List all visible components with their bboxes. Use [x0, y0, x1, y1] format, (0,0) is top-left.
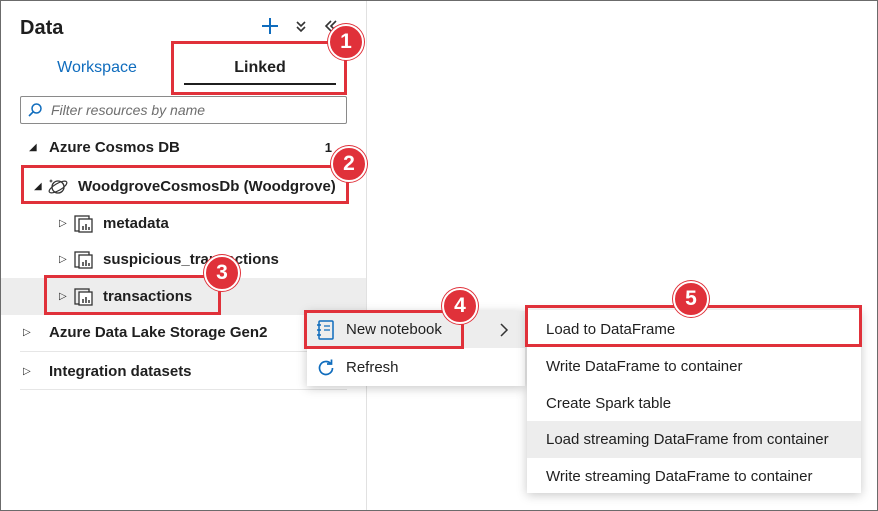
expanded-caret-icon[interactable]: ◢ — [34, 181, 42, 192]
submenu-item-write-dataframe[interactable]: Write DataFrame to container — [527, 348, 861, 385]
refresh-icon — [318, 359, 334, 376]
collapsed-caret-icon[interactable]: ▷ — [59, 291, 67, 302]
collapsed-caret-icon[interactable]: ▷ — [59, 218, 67, 229]
tab-workspace[interactable]: Workspace — [41, 53, 153, 83]
expanded-caret-icon[interactable]: ◢ — [29, 142, 37, 153]
notebook-icon — [317, 320, 334, 340]
divider — [20, 351, 347, 352]
container-icon — [74, 251, 93, 269]
submenu-item-write-streaming[interactable]: Write streaming DataFrame to container — [527, 458, 861, 495]
tree-group-cosmos[interactable]: ◢ Azure Cosmos DB 1 — [1, 129, 366, 166]
submenu-item-label: Load to DataFrame — [546, 321, 676, 338]
menu-item-refresh[interactable]: Refresh — [307, 349, 525, 386]
container-label: suspicious_transactions — [103, 251, 279, 268]
submenu-item-label: Write streaming DataFrame to container — [546, 468, 813, 485]
tree-group-label: Azure Cosmos DB — [49, 139, 180, 156]
add-icon[interactable] — [257, 13, 283, 39]
chevron-right-icon — [500, 323, 509, 337]
container-label: transactions — [103, 288, 193, 305]
collapsed-caret-icon[interactable]: ▷ — [23, 327, 31, 338]
callout-badge-3: 3 — [204, 255, 240, 291]
container-icon — [74, 215, 93, 233]
callout-badge-1: 1 — [328, 24, 364, 60]
panel-title: Data — [20, 17, 64, 39]
divider — [20, 389, 347, 390]
tree-group-label: Integration datasets — [49, 363, 192, 380]
submenu-item-label: Load streaming DataFrame from container — [546, 431, 829, 448]
submenu-item-label: Write DataFrame to container — [546, 358, 743, 375]
container-icon — [74, 288, 93, 306]
search-icon — [28, 103, 42, 117]
active-tab-indicator — [184, 83, 336, 85]
submenu-item-label: Create Spark table — [546, 395, 672, 412]
menu-item-label: New notebook — [346, 321, 442, 338]
callout-badge-5: 5 — [673, 281, 709, 317]
callout-badge-2: 2 — [331, 146, 367, 182]
menu-item-new-notebook[interactable]: New notebook — [307, 311, 525, 348]
submenu-item-load-streaming[interactable]: Load streaming DataFrame from container — [527, 421, 861, 458]
tree-group-label: Azure Data Lake Storage Gen2 — [49, 324, 268, 341]
tree-item-container[interactable]: ▷ metadata — [1, 205, 366, 242]
group-count: 1 — [324, 140, 332, 155]
filter-box — [20, 96, 347, 124]
cosmos-db-icon — [48, 179, 68, 194]
submenu-item-create-spark-table[interactable]: Create Spark table — [527, 385, 861, 422]
notebook-submenu: Load to DataFrame Write DataFrame to con… — [527, 310, 861, 493]
menu-item-label: Refresh — [346, 359, 399, 376]
collapsed-caret-icon[interactable]: ▷ — [23, 366, 31, 377]
tree-item-container[interactable]: ▷ suspicious_transactions — [1, 241, 366, 278]
callout-badge-4: 4 — [442, 288, 478, 324]
filter-input[interactable] — [51, 102, 341, 118]
account-label: WoodgroveCosmosDb (Woodgrove) — [78, 178, 336, 195]
tree-item-container-selected[interactable]: ▷ transactions — [1, 278, 366, 315]
context-menu: New notebook Refresh — [307, 311, 525, 386]
data-panel: Data Workspace Linked ◢ Azure Cosmos DB … — [1, 1, 367, 510]
container-label: metadata — [103, 215, 169, 232]
collapse-all-icon[interactable] — [288, 13, 314, 39]
collapsed-caret-icon[interactable]: ▷ — [59, 254, 67, 265]
tree-item-account[interactable]: ◢ WoodgroveCosmosDb (Woodgrove) — [1, 168, 366, 205]
tab-linked[interactable]: Linked — [184, 53, 336, 83]
